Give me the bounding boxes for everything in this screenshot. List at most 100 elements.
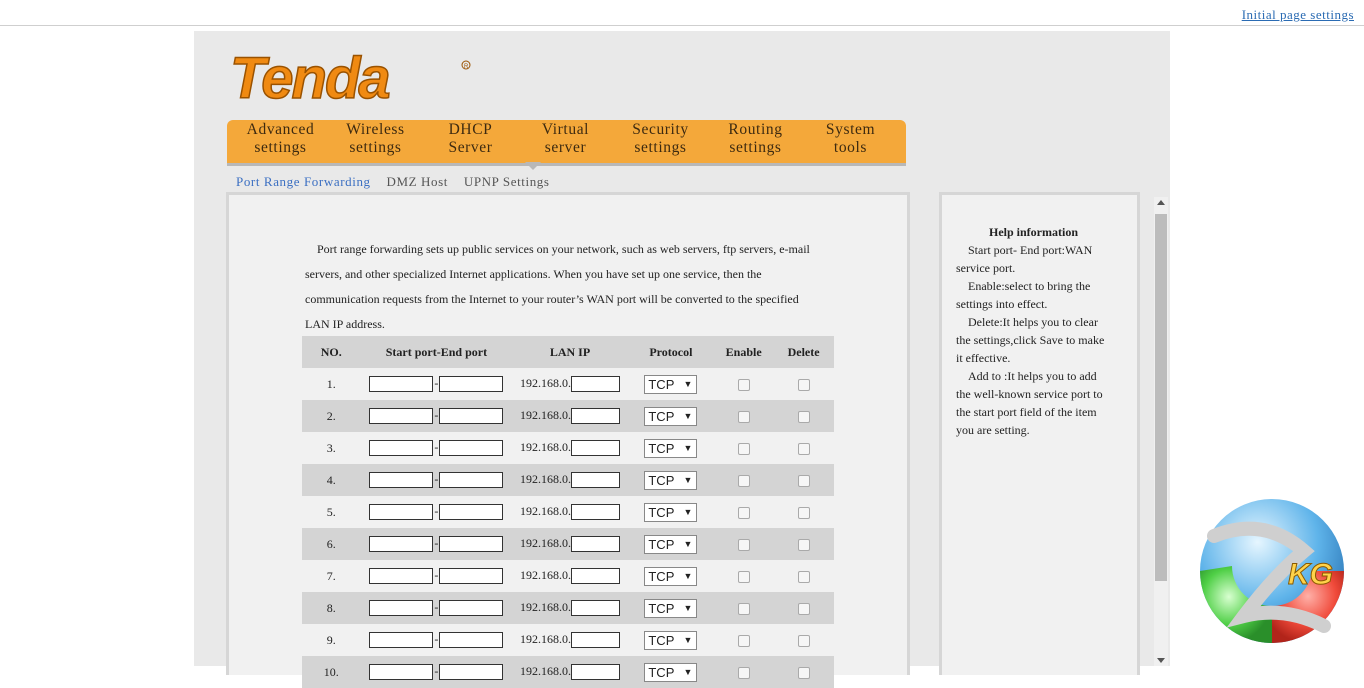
delete-cell bbox=[773, 496, 834, 528]
start-port-input[interactable] bbox=[369, 632, 434, 649]
enable-checkbox[interactable] bbox=[737, 442, 750, 455]
ip-prefix: 192.168.0. bbox=[520, 407, 572, 422]
lan-ip-input[interactable] bbox=[571, 664, 621, 681]
col-header-protocol: Protocol bbox=[627, 336, 715, 368]
port-separator: - bbox=[434, 503, 439, 518]
protocol-select[interactable]: TCP ▼ bbox=[644, 662, 698, 682]
delete-checkbox[interactable] bbox=[797, 378, 810, 391]
protocol-select[interactable]: TCP ▼ bbox=[644, 598, 698, 618]
start-port-input[interactable] bbox=[369, 664, 434, 681]
row-number: 2. bbox=[302, 400, 361, 432]
col-header-ports: Start port-End port bbox=[360, 336, 513, 368]
port-separator: - bbox=[434, 439, 439, 454]
protocol-value: TCP bbox=[648, 408, 675, 424]
subnav-upnp-settings[interactable]: UPNP Settings bbox=[464, 174, 550, 189]
enable-checkbox[interactable] bbox=[737, 410, 750, 423]
end-port-input[interactable] bbox=[439, 536, 504, 553]
protocol-value: TCP bbox=[648, 632, 675, 648]
protocol-select[interactable]: TCP ▼ bbox=[644, 630, 698, 650]
enable-checkbox[interactable] bbox=[737, 474, 750, 487]
start-port-input[interactable] bbox=[369, 536, 434, 553]
start-port-input[interactable] bbox=[369, 440, 434, 457]
initial-page-settings-link[interactable]: Initial page settings bbox=[1242, 7, 1354, 23]
end-port-input[interactable] bbox=[439, 376, 504, 393]
scroll-down-arrow-icon[interactable] bbox=[1157, 658, 1165, 663]
end-port-input[interactable] bbox=[439, 472, 504, 489]
subnav-dmz-host[interactable]: DMZ Host bbox=[387, 174, 449, 189]
end-port-input[interactable] bbox=[439, 664, 504, 681]
enable-checkbox[interactable] bbox=[737, 538, 750, 551]
lan-ip-input[interactable] bbox=[571, 536, 621, 553]
enable-checkbox[interactable] bbox=[737, 634, 750, 647]
delete-checkbox[interactable] bbox=[797, 506, 810, 519]
tenda-logo-text: Tenda bbox=[230, 46, 389, 111]
end-port-input[interactable] bbox=[439, 504, 504, 521]
lan-ip-input[interactable] bbox=[571, 440, 621, 457]
protocol-select[interactable]: TCP ▼ bbox=[644, 438, 698, 458]
nav-dhcp-server[interactable]: DHCP Server bbox=[423, 120, 518, 164]
end-port-input[interactable] bbox=[439, 632, 504, 649]
protocol-select[interactable]: TCP ▼ bbox=[644, 374, 698, 394]
port-range-cell: - bbox=[360, 496, 513, 528]
protocol-select[interactable]: TCP ▼ bbox=[644, 502, 698, 522]
end-port-input[interactable] bbox=[439, 408, 504, 425]
end-port-input[interactable] bbox=[439, 568, 504, 585]
enable-checkbox[interactable] bbox=[737, 378, 750, 391]
main-nav: Advanced settings Wireless settings DHCP Se… bbox=[227, 120, 906, 166]
protocol-select[interactable]: TCP ▼ bbox=[644, 470, 698, 490]
port-rows: 1. -192.168.0. TCP ▼ 2. -192.168.0. TCP ▼ 3. -192… bbox=[302, 368, 834, 688]
nav-wireless-settings[interactable]: Wireless settings bbox=[328, 120, 423, 164]
delete-checkbox[interactable] bbox=[797, 442, 810, 455]
ip-prefix: 192.168.0. bbox=[520, 535, 572, 550]
kg-watermark-logo: KG bbox=[1200, 499, 1344, 643]
scroll-thumb[interactable] bbox=[1155, 214, 1167, 581]
delete-checkbox[interactable] bbox=[797, 634, 810, 647]
enable-cell bbox=[714, 624, 774, 656]
nav-routing-settings[interactable]: Routing settings bbox=[708, 120, 803, 164]
start-port-input[interactable] bbox=[369, 376, 434, 393]
nav-system-tools[interactable]: System tools bbox=[803, 120, 898, 164]
delete-checkbox[interactable] bbox=[797, 538, 810, 551]
protocol-select[interactable]: TCP ▼ bbox=[644, 406, 698, 426]
lan-ip-input[interactable] bbox=[571, 600, 621, 617]
scroll-up-arrow-icon[interactable] bbox=[1157, 200, 1165, 205]
help-item-delete: Delete:It helps you to clear the setting… bbox=[956, 315, 1105, 365]
delete-checkbox[interactable] bbox=[797, 666, 810, 679]
end-port-input[interactable] bbox=[439, 600, 504, 617]
protocol-select[interactable]: TCP ▼ bbox=[644, 566, 698, 586]
enable-checkbox[interactable] bbox=[737, 506, 750, 519]
lan-ip-input[interactable] bbox=[571, 408, 621, 425]
port-range-cell: - bbox=[360, 592, 513, 624]
subnav-port-range-forwarding[interactable]: Port Range Forwarding bbox=[236, 174, 371, 189]
delete-checkbox[interactable] bbox=[797, 474, 810, 487]
nav-advanced-settings[interactable]: Advanced settings bbox=[233, 120, 328, 164]
lan-ip-input[interactable] bbox=[571, 568, 621, 585]
delete-checkbox[interactable] bbox=[797, 602, 810, 615]
nav-virtual-server[interactable]: Virtual server bbox=[518, 120, 613, 164]
port-forwarding-table: NO. Start port-End port LAN IP Protocol … bbox=[302, 336, 834, 688]
port-range-cell: - bbox=[360, 432, 513, 464]
start-port-input[interactable] bbox=[369, 600, 434, 617]
protocol-value: TCP bbox=[648, 472, 675, 488]
start-port-input[interactable] bbox=[369, 504, 434, 521]
start-port-input[interactable] bbox=[369, 568, 434, 585]
vertical-scrollbar[interactable] bbox=[1154, 197, 1168, 666]
start-port-input[interactable] bbox=[369, 472, 434, 489]
lan-ip-input[interactable] bbox=[571, 632, 621, 649]
nav-security-settings[interactable]: Security settings bbox=[613, 120, 708, 164]
enable-checkbox[interactable] bbox=[737, 666, 750, 679]
end-port-input[interactable] bbox=[439, 440, 504, 457]
enable-cell bbox=[714, 496, 774, 528]
table-row: 1. - 192.168.0. TCP ▼ bbox=[302, 368, 834, 400]
delete-checkbox[interactable] bbox=[797, 570, 810, 583]
lan-ip-input[interactable] bbox=[571, 504, 621, 521]
enable-checkbox[interactable] bbox=[737, 602, 750, 615]
lan-ip-input[interactable] bbox=[571, 376, 621, 393]
port-range-cell: - bbox=[360, 560, 513, 592]
protocol-select[interactable]: TCP ▼ bbox=[644, 534, 698, 554]
enable-checkbox[interactable] bbox=[737, 570, 750, 583]
delete-cell bbox=[773, 592, 834, 624]
lan-ip-input[interactable] bbox=[571, 472, 621, 489]
delete-checkbox[interactable] bbox=[797, 410, 810, 423]
start-port-input[interactable] bbox=[369, 408, 434, 425]
